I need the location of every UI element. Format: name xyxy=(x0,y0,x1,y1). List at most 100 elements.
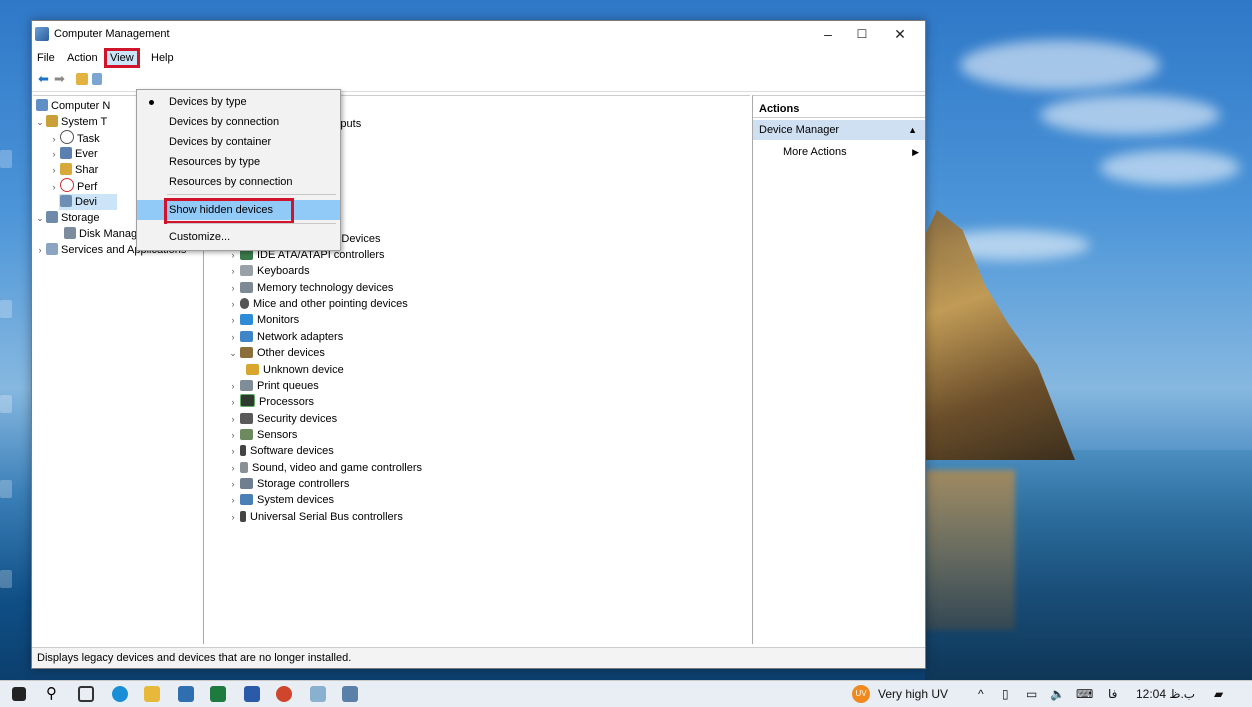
up-folder-icon[interactable] xyxy=(76,73,88,85)
clock[interactable]: 12:04 ب.ظ xyxy=(1136,687,1195,701)
maximize-button[interactable]: ☐ xyxy=(845,21,879,47)
device-unknown-device[interactable]: Unknown device xyxy=(244,362,344,378)
chevron-right-icon[interactable]: › xyxy=(49,131,59,147)
computer-management-taskbar-icon[interactable] xyxy=(342,686,358,702)
paint-icon[interactable] xyxy=(310,686,326,702)
store-icon[interactable] xyxy=(178,686,194,702)
forward-arrow-icon[interactable]: ➡ xyxy=(54,72,68,85)
tree-item-task-scheduler[interactable]: › Task xyxy=(49,130,100,146)
weather-uv-icon[interactable]: UV xyxy=(852,685,870,703)
device-category-system-devices[interactable]: › System devices xyxy=(228,492,334,508)
desktop-icon[interactable] xyxy=(0,395,12,413)
weather-text[interactable]: Very high UV xyxy=(878,687,948,701)
menu-file[interactable]: File xyxy=(34,51,58,65)
back-arrow-icon[interactable]: ⬅ xyxy=(38,72,52,85)
collapse-up-icon[interactable]: ▲ xyxy=(908,120,917,140)
view-menu-devices-by-connection[interactable]: Devices by connection xyxy=(137,112,340,132)
view-menu-resources-by-connection[interactable]: Resources by connection xyxy=(137,172,340,192)
chevron-right-icon[interactable]: › xyxy=(228,509,238,525)
device-category-storage-controllers[interactable]: › Storage controllers xyxy=(228,476,349,492)
task-view-icon[interactable] xyxy=(78,686,94,702)
chevron-up-icon[interactable]: ^ xyxy=(978,687,984,701)
chevron-right-icon[interactable]: › xyxy=(228,411,238,427)
view-menu-devices-by-type[interactable]: Devices by type xyxy=(137,92,340,112)
menu-help[interactable]: Help xyxy=(148,51,177,65)
chevron-down-icon[interactable]: ⌄ xyxy=(35,210,45,226)
device-category-print-queues[interactable]: › Print queues xyxy=(228,378,319,394)
battery-icon[interactable]: ▯ xyxy=(1002,687,1009,701)
tree-item-performance[interactable]: › Perf xyxy=(49,178,97,194)
view-menu-resources-by-type[interactable]: Resources by type xyxy=(137,152,340,172)
powerpoint-icon[interactable] xyxy=(276,686,292,702)
chevron-right-icon[interactable]: › xyxy=(228,296,238,312)
desktop-icon[interactable] xyxy=(0,480,12,498)
excel-icon[interactable] xyxy=(210,686,226,702)
device-category-memory-technology[interactable]: › Memory technology devices xyxy=(228,280,393,296)
chevron-right-icon[interactable]: › xyxy=(49,162,59,178)
chevron-right-icon[interactable]: › xyxy=(228,460,238,476)
device-category-usb-controllers[interactable]: › Universal Serial Bus controllers xyxy=(228,509,403,525)
chevron-right-icon[interactable]: › xyxy=(228,492,238,508)
word-icon[interactable] xyxy=(244,686,260,702)
chevron-down-icon[interactable]: ⌄ xyxy=(35,114,45,130)
network-icon[interactable]: ▭ xyxy=(1026,687,1037,701)
device-category-sound[interactable]: › Sound, video and game controllers xyxy=(228,460,422,476)
usb-icon xyxy=(240,511,246,522)
other-devices-icon xyxy=(240,347,253,358)
chevron-right-icon[interactable]: › xyxy=(228,427,238,443)
tree-item-shared-folders[interactable]: › Shar xyxy=(49,162,98,178)
tree-item-event-viewer[interactable]: › Ever xyxy=(49,146,98,162)
device-category-software-devices[interactable]: › Software devices xyxy=(228,443,334,459)
file-explorer-icon[interactable] xyxy=(144,686,160,702)
device-category-other-devices[interactable]: ⌄ Other devices xyxy=(228,345,325,361)
device-category-mice[interactable]: › Mice and other pointing devices xyxy=(228,296,408,312)
chevron-right-icon[interactable]: › xyxy=(228,443,238,459)
tree-item-storage[interactable]: ⌄ Storage xyxy=(35,210,100,226)
chevron-right-icon[interactable]: › xyxy=(49,179,59,195)
tree-item-system-tools[interactable]: ⌄ System T xyxy=(35,114,107,130)
tree-item-device-manager[interactable]: Devi xyxy=(59,194,118,210)
edge-browser-icon[interactable] xyxy=(112,686,128,702)
keyboard-icon[interactable]: ⌨ xyxy=(1076,687,1093,701)
device-category-security-devices[interactable]: › Security devices xyxy=(228,411,337,427)
chevron-right-icon[interactable]: › xyxy=(228,378,238,394)
chevron-down-icon[interactable]: ⌄ xyxy=(228,345,238,361)
desktop-icon[interactable] xyxy=(0,150,12,168)
more-actions-item[interactable]: More Actions ▶ xyxy=(783,144,923,160)
device-manager-icon xyxy=(60,195,72,207)
device-category-network-adapters[interactable]: › Network adapters xyxy=(228,329,343,345)
chevron-right-icon[interactable]: › xyxy=(228,329,238,345)
view-menu-customize[interactable]: Customize... xyxy=(137,227,340,247)
chevron-right-icon[interactable]: › xyxy=(228,312,238,328)
title-bar[interactable]: Computer Management – ☐ ✕ xyxy=(32,21,925,47)
start-windows-icon[interactable] xyxy=(12,687,26,701)
search-icon[interactable]: ⚲ xyxy=(46,686,62,702)
tools-icon xyxy=(46,115,58,127)
view-menu-devices-by-container[interactable]: Devices by container xyxy=(137,132,340,152)
chevron-right-icon[interactable]: › xyxy=(228,394,238,410)
tree-item-computer-management[interactable]: Computer N xyxy=(35,98,110,114)
minimize-button[interactable]: – xyxy=(811,21,845,47)
chevron-right-icon[interactable]: › xyxy=(228,476,238,492)
view-menu-show-hidden-devices[interactable]: Show hidden devices xyxy=(137,198,340,224)
volume-icon[interactable]: 🔈 xyxy=(1050,687,1065,701)
chevron-right-icon[interactable]: › xyxy=(35,242,45,258)
chevron-right-icon[interactable]: › xyxy=(228,280,238,296)
close-button[interactable]: ✕ xyxy=(883,21,917,47)
menu-action[interactable]: Action xyxy=(64,51,101,65)
chevron-right-icon[interactable]: › xyxy=(228,263,238,279)
device-category-processors[interactable]: › Processors xyxy=(228,394,314,410)
desktop-icon[interactable] xyxy=(0,570,12,588)
language-indicator[interactable]: فا xyxy=(1108,687,1117,701)
submenu-arrow-icon: ▶ xyxy=(912,147,919,157)
device-category-sensors[interactable]: › Sensors xyxy=(228,427,297,443)
show-hide-tree-icon[interactable] xyxy=(92,73,102,85)
desktop-icon[interactable] xyxy=(0,300,12,318)
chevron-right-icon[interactable]: › xyxy=(49,146,59,162)
device-category-keyboards[interactable]: › Keyboards xyxy=(228,263,310,279)
notifications-icon[interactable]: ▰ xyxy=(1214,687,1223,701)
menu-view[interactable]: View xyxy=(104,48,140,68)
actions-section-device-manager[interactable]: Device Manager ▲ xyxy=(753,120,925,140)
keyboard-icon xyxy=(240,265,253,276)
device-category-monitors[interactable]: › Monitors xyxy=(228,312,299,328)
